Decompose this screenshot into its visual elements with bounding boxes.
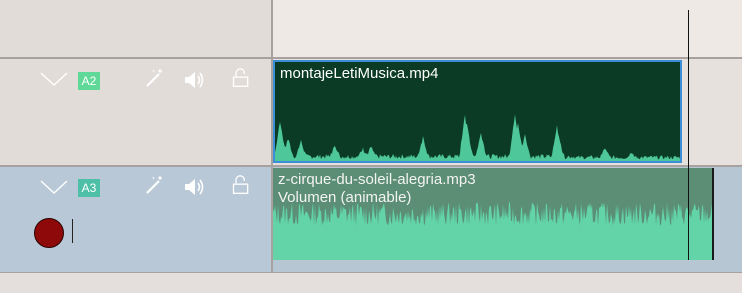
waveform xyxy=(273,202,712,260)
audio-clip-a3[interactable]: z-cirque-du-soleil-alegria.mp3 Volumen (… xyxy=(273,168,714,260)
track-badge-a3: A3 xyxy=(78,179,100,197)
speaker-icon[interactable] xyxy=(184,70,206,90)
divider xyxy=(0,57,742,59)
magic-wand-icon[interactable] xyxy=(143,68,165,88)
speaker-icon[interactable] xyxy=(184,177,206,197)
clip-title: montajeLetiMusica.mp4 xyxy=(280,65,439,82)
divider xyxy=(0,165,742,167)
audio-clip-a2[interactable]: montajeLetiMusica.mp4 xyxy=(273,60,682,163)
text-caret xyxy=(72,219,73,243)
horizontal-scrollbar[interactable] xyxy=(0,272,742,293)
timeline-header-left xyxy=(0,0,272,58)
waveform xyxy=(275,114,680,161)
track-badge-a2: A2 xyxy=(78,72,100,90)
lock-open-icon[interactable] xyxy=(230,175,252,195)
waveform-shape xyxy=(275,114,680,161)
magic-wand-icon[interactable] xyxy=(143,175,165,195)
envelope-label: Volumen (animable) xyxy=(278,189,412,206)
record-arm-button[interactable] xyxy=(34,218,64,248)
playhead-cursor[interactable] xyxy=(688,10,689,260)
waveform-shape xyxy=(273,202,712,260)
clip-title: z-cirque-du-soleil-alegria.mp3 xyxy=(278,171,476,188)
chevron-down-icon[interactable] xyxy=(40,180,68,194)
chevron-down-icon[interactable] xyxy=(40,72,68,86)
timeline-ruler[interactable] xyxy=(273,0,742,58)
lock-open-icon[interactable] xyxy=(230,68,252,88)
